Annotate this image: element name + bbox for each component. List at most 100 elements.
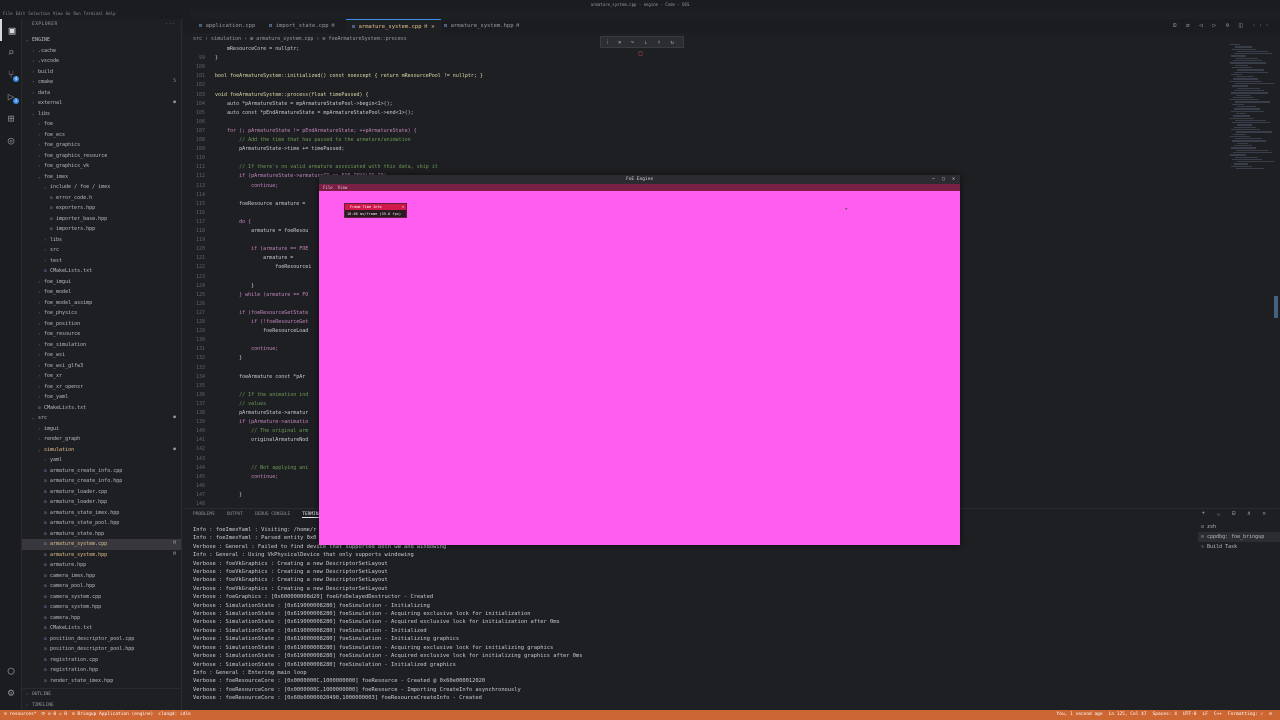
tree-file[interactable]: ⊡ armature_state_imex.hpp bbox=[22, 508, 181, 519]
tree-file[interactable]: ⊡ registration.hpp bbox=[22, 665, 181, 676]
tree-file[interactable]: ⊡ position_descriptor_pool.hpp bbox=[22, 644, 181, 655]
tree-folder[interactable]: › imgui bbox=[22, 424, 181, 435]
tree-folder[interactable]: › foe_simulation bbox=[22, 340, 181, 351]
close-icon[interactable]: ✕ bbox=[431, 24, 434, 30]
tree-folder[interactable]: ⌄ include / foe / imex bbox=[22, 182, 181, 193]
status-item[interactable]: ⊡ resources* bbox=[4, 712, 37, 717]
code-line[interactable]: } bbox=[215, 492, 242, 498]
settings-gear-icon[interactable]: ⚙ bbox=[0, 681, 22, 703]
code-line[interactable]: continue; bbox=[215, 183, 278, 189]
debug-controls[interactable]: ⁞ ⏸ ↷ ↓ ↑ ↻ bbox=[607, 39, 677, 46]
tree-file[interactable]: ⊡ camera.hpp bbox=[22, 613, 181, 624]
tree-folder[interactable]: › libs bbox=[22, 235, 181, 246]
terminal-session[interactable]: ✎ Build Task bbox=[1198, 542, 1280, 552]
menu-item-run[interactable]: Run bbox=[73, 11, 80, 16]
tree-folder[interactable]: › foe_physics bbox=[22, 308, 181, 319]
timeline-section[interactable]: › TIMELINE bbox=[22, 700, 181, 711]
tree-folder[interactable]: › data bbox=[22, 88, 181, 99]
panel-actions[interactable]: + ⌄ ⊟ ∧ ✕ bbox=[1201, 510, 1270, 517]
app-window-titlebar[interactable]: FoE Engine – ▢ ✕ bbox=[319, 175, 960, 184]
code-line[interactable]: } bbox=[215, 283, 254, 289]
status-item[interactable]: Spaces: 4 bbox=[1153, 712, 1177, 717]
tree-file[interactable]: ⊡ armature_create_info.hpp bbox=[22, 476, 181, 487]
code-line[interactable]: if (armature == FOE bbox=[215, 246, 308, 252]
run-debug-icon[interactable]: ▷ 1 bbox=[0, 85, 22, 107]
tree-folder[interactable]: › foe_xr bbox=[22, 371, 181, 382]
tree-folder[interactable]: › .cache bbox=[22, 46, 181, 57]
tree-file[interactable]: ⊡ armature_system.hpp M bbox=[22, 550, 181, 561]
tree-folder[interactable]: › yaml bbox=[22, 455, 181, 466]
debug-toolbar[interactable]: ⁞ ⏸ ↷ ↓ ↑ ↻ □ bbox=[600, 36, 684, 57]
status-item[interactable]: ⟳ ⊘ 0 ⚠ 0 bbox=[42, 712, 67, 717]
terminal-session[interactable]: ⊡ zsh bbox=[1198, 522, 1280, 532]
menu-item-terminal[interactable]: Terminal bbox=[84, 11, 103, 16]
status-item[interactable]: You, 1 second ago bbox=[1057, 712, 1103, 717]
status-item[interactable]: Ln 125, Col 47 bbox=[1109, 712, 1147, 717]
foe-engine-window[interactable]: FoE Engine – ▢ ✕ File View Frame Time Inf… bbox=[319, 175, 960, 545]
status-item[interactable]: ⊡ Bringup Application (engine) bbox=[72, 712, 153, 717]
tree-file[interactable]: ⊡ exporters.hpp bbox=[22, 203, 181, 214]
tree-file[interactable]: ⊡ registration.cpp bbox=[22, 655, 181, 666]
code-line[interactable]: continue; bbox=[215, 474, 278, 480]
tree-folder[interactable]: › foe_graphics bbox=[22, 140, 181, 151]
code-line[interactable]: foeResourcei bbox=[215, 264, 311, 270]
editor-actions[interactable]: ⊡ ⇄ ◁ ▷ ⊘ ◫ ··· bbox=[1173, 22, 1272, 29]
code-line[interactable]: continue; bbox=[215, 346, 278, 352]
code-line[interactable]: // The original arm bbox=[215, 428, 308, 434]
app-menu-view[interactable]: View bbox=[338, 185, 348, 190]
tree-folder[interactable]: › build bbox=[22, 67, 181, 78]
tree-folder[interactable]: › .vscode bbox=[22, 56, 181, 67]
code-line[interactable]: pArmatureState->armatur bbox=[215, 410, 308, 416]
status-item[interactable]: ⊡ bbox=[1269, 712, 1272, 717]
tree-folder[interactable]: › external ● bbox=[22, 98, 181, 109]
status-item[interactable]: Formatting: ✓ bbox=[1228, 712, 1263, 717]
code-line[interactable]: foeArmature const *pAr bbox=[215, 374, 305, 380]
code-line[interactable]: // If there's no valid armature associat… bbox=[215, 164, 438, 170]
tree-file[interactable]: ⊡ error_code.h bbox=[22, 193, 181, 204]
code-line[interactable]: if (foeResourceGetState bbox=[215, 310, 308, 316]
close-icon[interactable]: ✕ bbox=[402, 204, 404, 210]
tree-file[interactable]: ⊡ camera_imex.hpp bbox=[22, 571, 181, 582]
tree-folder[interactable]: › foe_wsi bbox=[22, 350, 181, 361]
search-icon[interactable]: ⌕ bbox=[0, 41, 22, 63]
code-line[interactable]: } while (armature == FO bbox=[215, 292, 308, 298]
tree-folder[interactable]: › foe bbox=[22, 119, 181, 130]
code-line[interactable]: auto *pArmatureState = mpArmatureStatePo… bbox=[215, 101, 393, 107]
code-line[interactable]: bool foeArmatureSystem::initialized() co… bbox=[215, 73, 483, 79]
tree-folder[interactable]: › foe_resource bbox=[22, 329, 181, 340]
status-item[interactable]: LF bbox=[1202, 712, 1207, 717]
debug-stop-button[interactable]: □ bbox=[639, 50, 646, 57]
panel-tab-debug-console[interactable]: DEBUG CONSOLE bbox=[255, 512, 290, 517]
tree-folder[interactable]: › foe_position bbox=[22, 319, 181, 330]
tree-file[interactable]: ⊡ armature.hpp bbox=[22, 560, 181, 571]
remote-icon[interactable]: ◎ bbox=[0, 129, 22, 151]
panel-tab-output[interactable]: OUTPUT bbox=[227, 512, 243, 517]
code-line[interactable]: if (pArmature->animatio bbox=[215, 419, 308, 425]
tree-folder[interactable]: › foe_wsi_glfw3 bbox=[22, 361, 181, 372]
tree-folder[interactable]: › test bbox=[22, 256, 181, 267]
tree-folder[interactable]: › foe_xr_openxr bbox=[22, 382, 181, 393]
code-line[interactable]: mResourceCore = nullptr; bbox=[215, 46, 299, 52]
tree-folder[interactable]: › cmake 5 bbox=[22, 77, 181, 88]
code-line[interactable]: for (; pArmatureState != pEndArmatureSta… bbox=[215, 128, 417, 134]
code-line[interactable]: auto const *pEndArmatureState = mpArmatu… bbox=[215, 110, 414, 116]
tree-folder[interactable]: ⌄ ENGINE bbox=[22, 35, 181, 46]
tree-file[interactable]: ⊡ importers.hpp bbox=[22, 224, 181, 235]
tree-file[interactable]: ⊡ camera_system.cpp bbox=[22, 592, 181, 603]
tree-folder[interactable]: › render_graph bbox=[22, 434, 181, 445]
tree-folder[interactable]: ⌄ simulation ● bbox=[22, 445, 181, 456]
breadcrumb[interactable]: src › simulation › ⊞ armature_system.cpp… bbox=[183, 34, 1280, 44]
tree-file[interactable]: ⊡ armature_system.cpp M bbox=[22, 539, 181, 550]
tree-file[interactable]: ⊡ camera_pool.hpp bbox=[22, 581, 181, 592]
tree-folder[interactable]: ⌄ libs bbox=[22, 109, 181, 120]
tree-file[interactable]: ⊡ armature_loader.hpp bbox=[22, 497, 181, 508]
frame-time-info-titlebar[interactable]: Frame Time Info ✕ bbox=[345, 204, 406, 210]
code-line[interactable]: armature = bbox=[215, 255, 293, 261]
editor-tab[interactable]: ⊡ armature_system.hpp M bbox=[438, 19, 525, 33]
tree-folder[interactable]: › foe_graphics_vk bbox=[22, 161, 181, 172]
tree-file[interactable]: ⊡ position_descriptor_pool.cpp bbox=[22, 634, 181, 645]
tree-file[interactable]: ⊡ camera_system.hpp bbox=[22, 602, 181, 613]
tree-file[interactable]: ⊡ CMakeLists.txt bbox=[22, 266, 181, 277]
account-icon[interactable]: ◯ bbox=[0, 659, 22, 681]
tree-file[interactable]: ⊡ CMakeLists.txt bbox=[22, 623, 181, 634]
